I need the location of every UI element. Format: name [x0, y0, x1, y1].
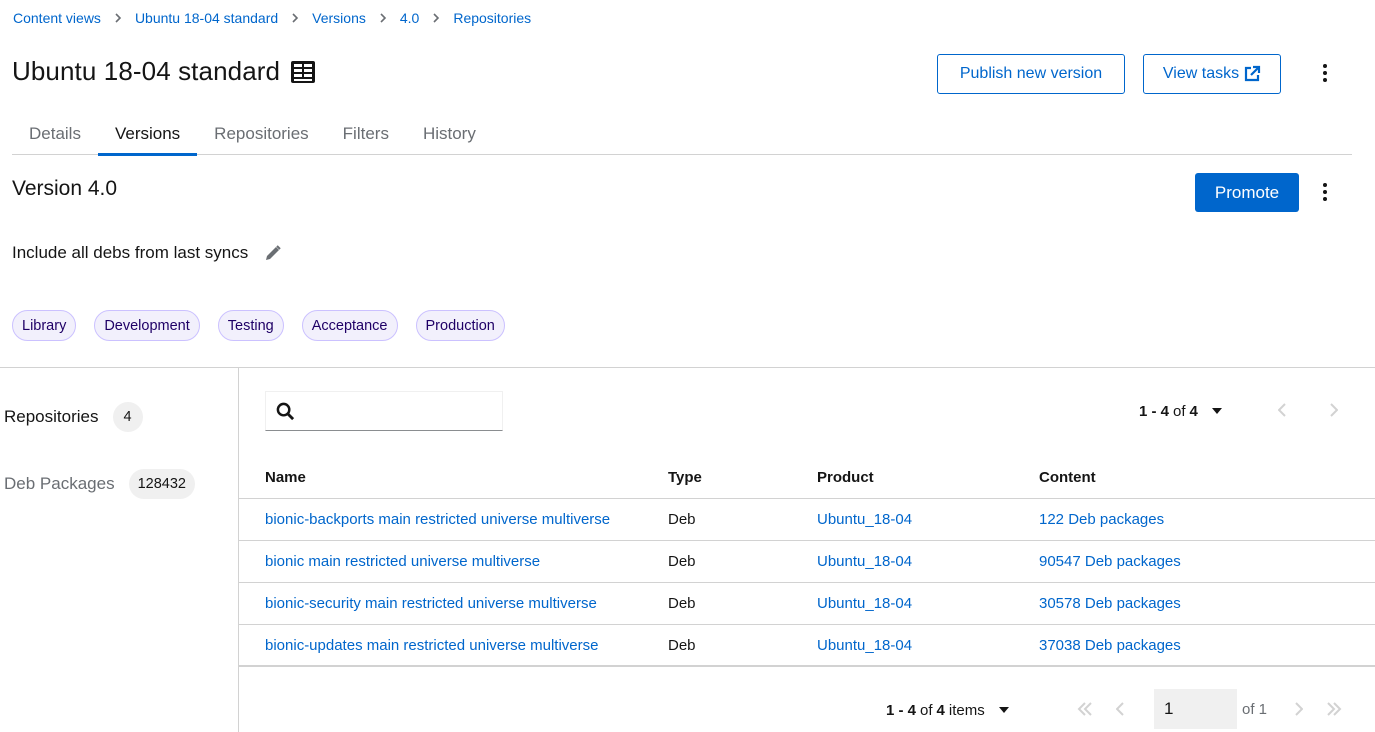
product-link[interactable]: Ubuntu_18-04 [817, 511, 912, 528]
section-divider [0, 367, 1375, 368]
table-row: bionic-backports main restricted univers… [239, 499, 1375, 541]
product-link[interactable]: Ubuntu_18-04 [817, 553, 912, 570]
repository-type: Deb [668, 595, 696, 612]
column-header-content[interactable]: Content [1039, 469, 1096, 486]
pagination-range: 1 - 4 [886, 701, 917, 719]
environment-labels: Library Development Testing Acceptance P… [12, 310, 523, 341]
first-page-icon[interactable] [1076, 701, 1094, 717]
pagination-toggle-bottom[interactable]: 1 - 4 of 4 items [886, 700, 1009, 720]
chevron-right-icon [432, 13, 440, 23]
title-row: Ubuntu 18-04 standard [12, 56, 316, 87]
repositories-table: Name Type Product Content bionic-backpor… [239, 456, 1375, 667]
pagination-range: 1 - 4 [1139, 402, 1170, 420]
table-row: bionic main restricted universe multiver… [239, 541, 1375, 583]
breadcrumb-content-view[interactable]: Ubuntu 18-04 standard [135, 10, 278, 26]
tab-history[interactable]: History [406, 112, 493, 155]
content-link[interactable]: 37038 Deb packages [1039, 637, 1181, 654]
caret-down-icon [1211, 408, 1222, 414]
sidebar-item-repositories[interactable]: Repositories 4 [4, 402, 143, 432]
breadcrumb-version[interactable]: 4.0 [400, 10, 419, 26]
chevron-right-icon [379, 13, 387, 23]
breadcrumb-repositories[interactable]: Repositories [453, 10, 531, 26]
count-badge: 4 [112, 402, 143, 432]
env-label-development: Development [94, 310, 200, 341]
tab-repositories[interactable]: Repositories [197, 112, 326, 155]
breadcrumb-versions[interactable]: Versions [312, 10, 366, 26]
pagination-of: of [1173, 402, 1186, 420]
previous-page-icon[interactable] [1275, 402, 1289, 418]
repository-type: Deb [668, 553, 696, 570]
content-link[interactable]: 90547 Deb packages [1039, 553, 1181, 570]
view-tasks-button[interactable]: View tasks [1143, 54, 1281, 94]
product-link[interactable]: Ubuntu_18-04 [817, 637, 912, 654]
pagination-total: 4 [936, 701, 945, 719]
env-label-production: Production [415, 310, 505, 341]
next-page-icon[interactable] [1327, 402, 1341, 418]
sidebar-item-deb-packages[interactable]: Deb Packages 128432 [4, 469, 195, 499]
last-page-icon[interactable] [1325, 701, 1343, 717]
pagination-total: 4 [1189, 402, 1198, 420]
sidebar-item-label: Deb Packages [4, 474, 115, 493]
chevron-right-icon [114, 13, 122, 23]
tab-details[interactable]: Details [12, 112, 98, 155]
kebab-menu-icon[interactable] [1315, 180, 1335, 204]
search-input[interactable] [303, 396, 502, 426]
current-page-input[interactable] [1154, 689, 1237, 729]
view-tasks-label: View tasks [1162, 65, 1240, 82]
content-link[interactable]: 30578 Deb packages [1039, 595, 1181, 612]
composite-view-icon [290, 59, 316, 85]
caret-down-icon [998, 707, 1009, 713]
pagination-of: of [920, 701, 933, 719]
table-row: bionic-updates main restricted universe … [239, 625, 1375, 667]
external-link-icon [1244, 65, 1261, 82]
version-description: Include all debs from last syncs [12, 243, 249, 262]
publish-new-version-button[interactable]: Publish new version [937, 54, 1125, 94]
count-badge: 128432 [128, 469, 195, 499]
promote-button[interactable]: Promote [1195, 173, 1299, 212]
kebab-menu-icon[interactable] [1315, 61, 1335, 85]
table-row: bionic-security main restricted universe… [239, 583, 1375, 625]
previous-page-icon[interactable] [1113, 701, 1127, 717]
version-title: Version 4.0 [12, 177, 118, 200]
pencil-icon[interactable] [264, 244, 282, 262]
column-header-type[interactable]: Type [668, 469, 702, 486]
search-box [265, 391, 503, 431]
tabs: Details Versions Repositories Filters Hi… [12, 112, 1352, 156]
next-page-icon[interactable] [1292, 701, 1306, 717]
chevron-right-icon [291, 13, 299, 23]
table-header: Name Type Product Content [239, 456, 1375, 499]
env-label-acceptance: Acceptance [301, 310, 398, 341]
repository-name-link[interactable]: bionic-updates main restricted universe … [265, 637, 598, 654]
repository-name-link[interactable]: bionic main restricted universe multiver… [265, 553, 540, 570]
content-link[interactable]: 122 Deb packages [1039, 511, 1164, 528]
sidebar-item-label: Repositories [4, 407, 99, 426]
tab-versions[interactable]: Versions [97, 112, 198, 156]
column-header-name[interactable]: Name [265, 469, 306, 486]
repository-type: Deb [668, 636, 696, 654]
product-link[interactable]: Ubuntu_18-04 [817, 595, 912, 612]
version-description-row: Include all debs from last syncs [12, 243, 282, 263]
pagination-toggle-top[interactable]: 1 - 4 of 4 [1139, 401, 1222, 421]
tab-filters[interactable]: Filters [326, 112, 406, 155]
page-title: Ubuntu 18-04 standard [12, 56, 281, 86]
pagination-items: items [948, 701, 985, 719]
search-icon [276, 402, 295, 420]
column-header-product[interactable]: Product [817, 469, 874, 486]
repository-name-link[interactable]: bionic-backports main restricted univers… [265, 511, 610, 528]
repository-name-link[interactable]: bionic-security main restricted universe… [265, 595, 597, 612]
page-count: of 1 [1242, 701, 1268, 718]
repository-type: Deb [668, 511, 696, 528]
breadcrumb-content-views[interactable]: Content views [13, 10, 101, 26]
env-label-library: Library [12, 310, 77, 341]
env-label-testing: Testing [217, 310, 284, 341]
breadcrumb: Content views Ubuntu 18-04 standard Vers… [13, 9, 531, 27]
